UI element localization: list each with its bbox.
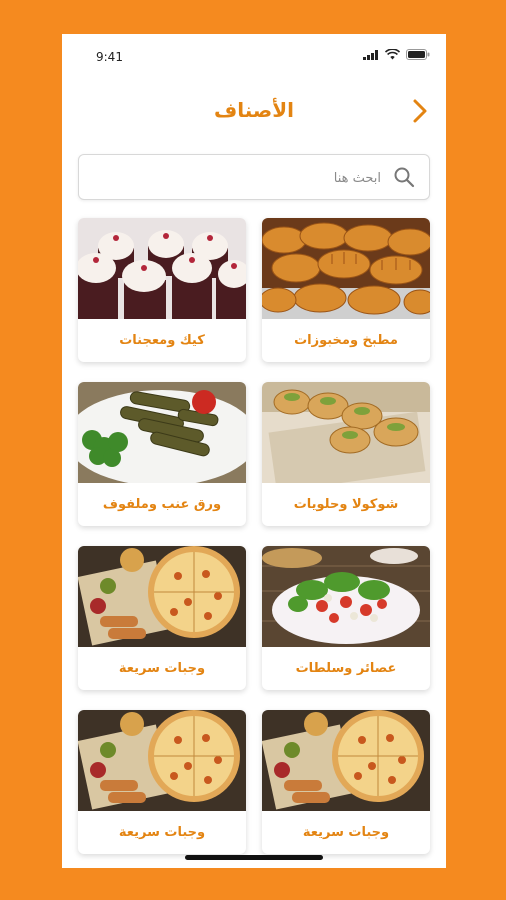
category-image-cupcakes <box>78 218 246 319</box>
category-image-salad <box>262 546 430 647</box>
category-card[interactable]: مطبخ ومخبوزات <box>262 218 430 362</box>
category-label: وجبات سريعة <box>118 825 206 840</box>
status-icons <box>363 49 430 60</box>
category-card[interactable]: شوكولا وحلويات <box>262 382 430 526</box>
category-card[interactable]: وجبات سريعة <box>262 710 430 854</box>
category-image-pizza-fastfood <box>78 546 246 647</box>
page-title: الأصناف <box>214 98 294 122</box>
category-image-croissants <box>262 218 430 319</box>
category-label: مطبخ ومخبوزات <box>294 333 398 348</box>
category-card[interactable]: وجبات سريعة <box>78 546 246 690</box>
phone-screen: 9:41 الأصناف ابحث هنا مطبخ ومخبوزات كيك … <box>62 34 446 868</box>
chevron-right-icon[interactable] <box>408 98 432 124</box>
category-label: كيك ومعجنات <box>119 333 205 348</box>
categories-grid: مطبخ ومخبوزات كيك ومعجنات شوكولا وحلويات… <box>78 218 430 854</box>
category-image-pizza-fastfood <box>78 710 246 811</box>
status-bar: 9:41 <box>62 34 446 80</box>
wifi-icon <box>385 49 400 60</box>
category-card[interactable]: وجبات سريعة <box>78 710 246 854</box>
category-card[interactable]: كيك ومعجنات <box>78 218 246 362</box>
category-image-pastries <box>262 382 430 483</box>
page-header: الأصناف <box>62 90 446 134</box>
category-image-pizza-fastfood <box>262 710 430 811</box>
search-icon[interactable] <box>393 166 415 188</box>
category-label: وجبات سريعة <box>302 825 390 840</box>
category-label: عصائر وسلطات <box>295 661 397 676</box>
search-input[interactable] <box>89 163 383 193</box>
category-label: شوكولا وحلويات <box>293 497 399 512</box>
status-time: 9:41 <box>96 50 123 64</box>
search-bar <box>78 154 430 200</box>
category-card[interactable]: عصائر وسلطات <box>262 546 430 690</box>
category-label: ورق عنب وملفوف <box>102 497 222 512</box>
category-card[interactable]: ورق عنب وملفوف <box>78 382 246 526</box>
category-label: وجبات سريعة <box>118 661 206 676</box>
signal-icon <box>363 49 378 60</box>
battery-icon <box>406 49 430 60</box>
category-image-stuffed-grape-leaves <box>78 382 246 483</box>
home-indicator[interactable] <box>185 855 323 860</box>
